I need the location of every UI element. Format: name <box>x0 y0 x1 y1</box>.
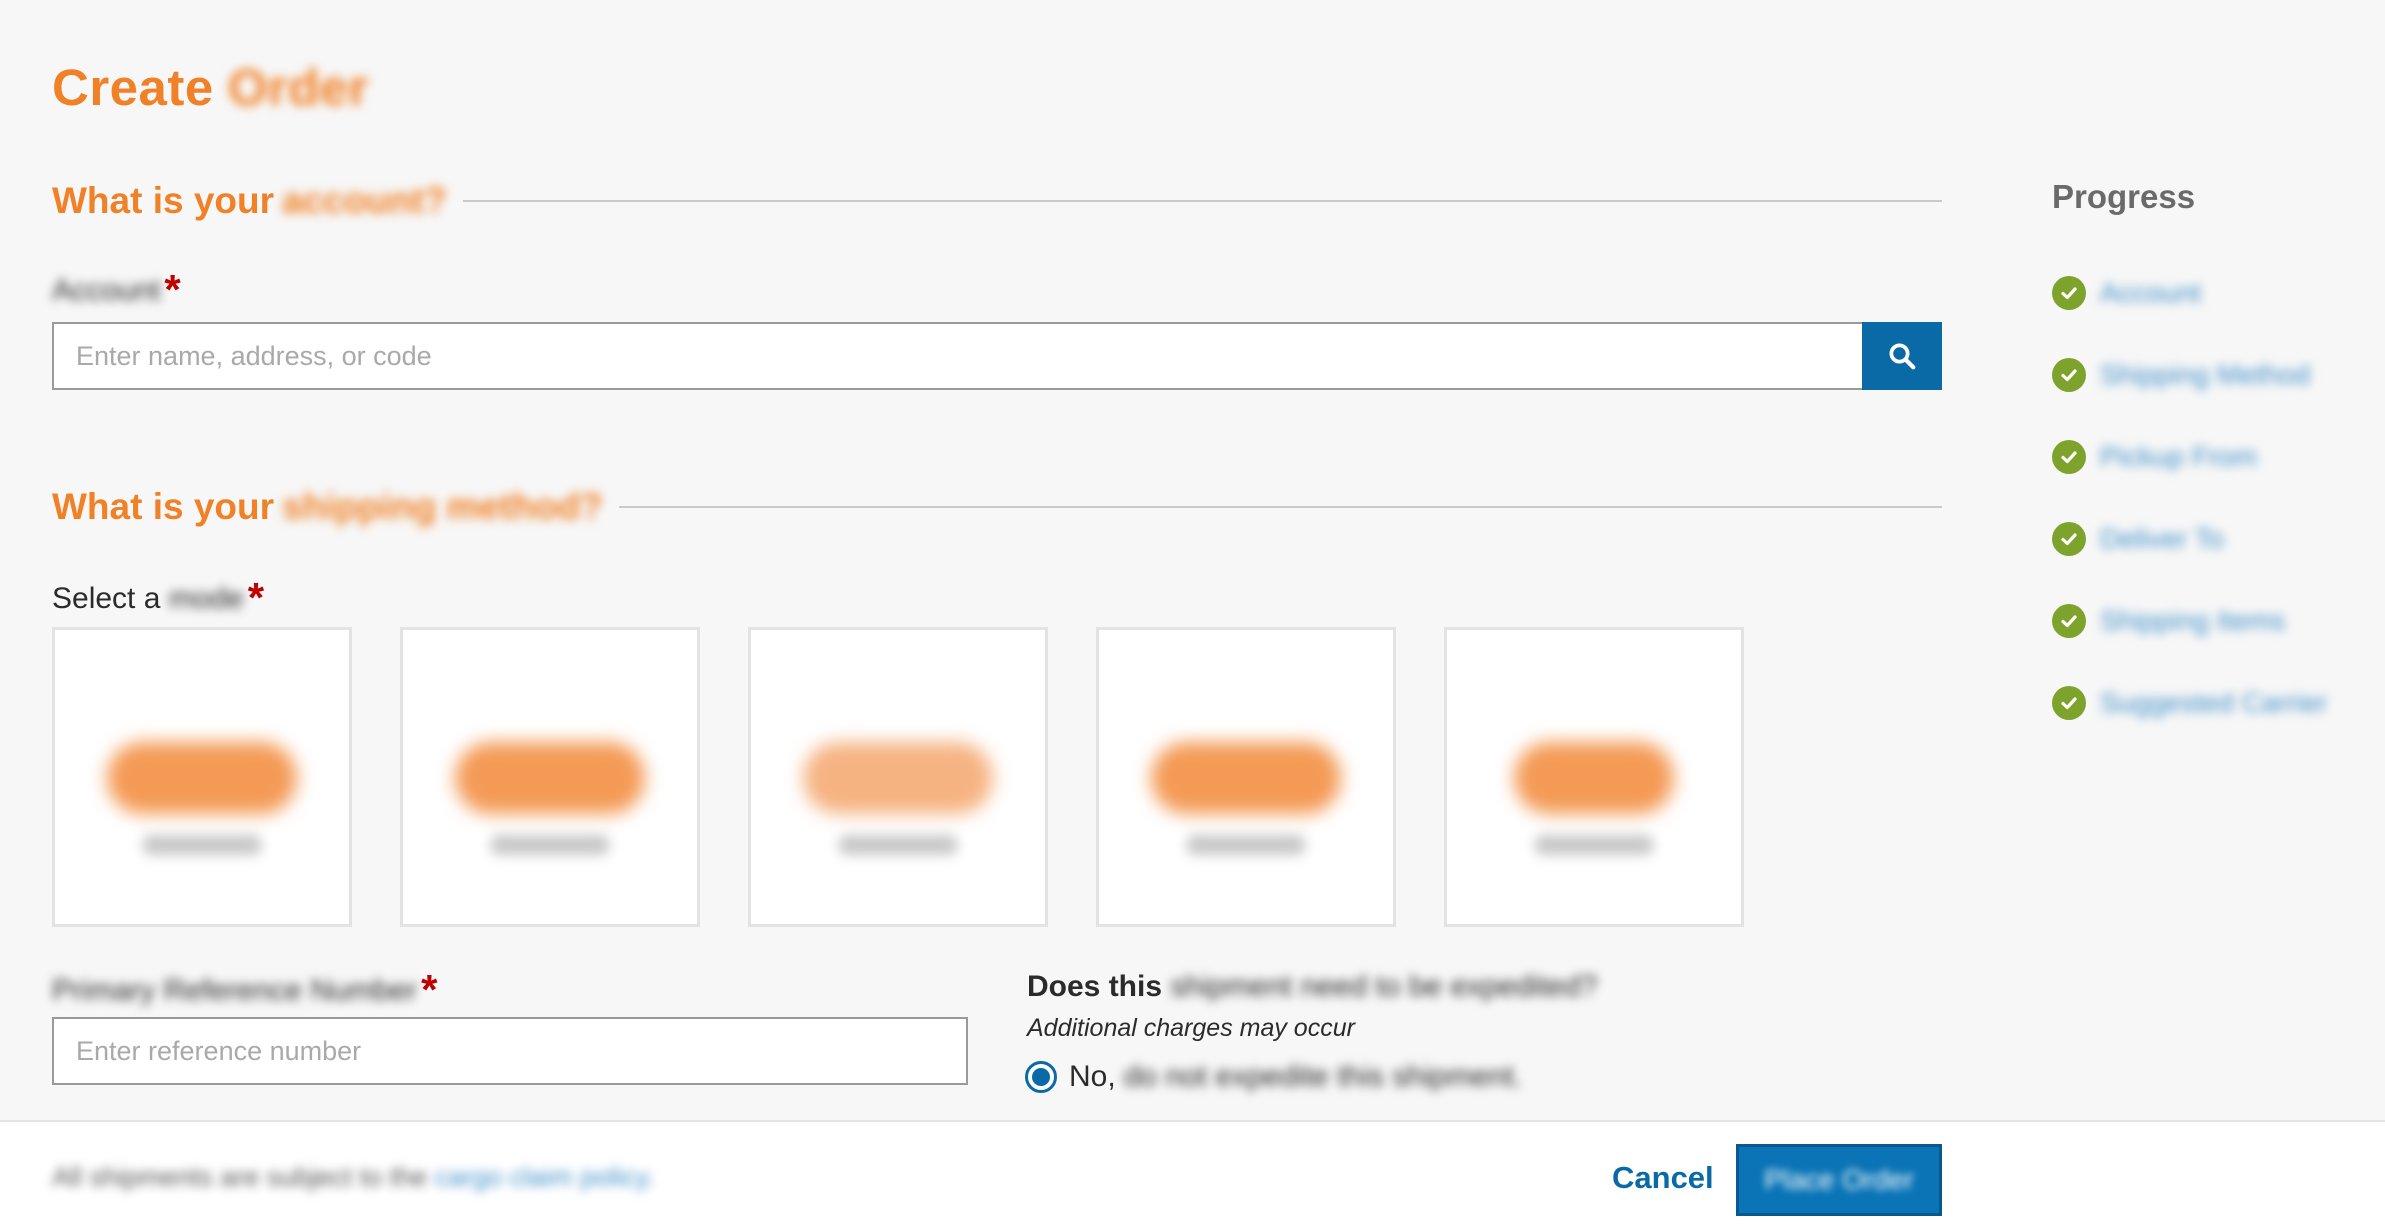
mode-caption <box>838 835 958 855</box>
required-marker: * <box>421 966 438 1013</box>
progress-item-label: Pickup From <box>2100 441 2258 472</box>
account-search <box>52 322 1942 390</box>
section-divider <box>462 200 1942 202</box>
expedite-question: Does this shipment need to be expedited? <box>1027 970 1598 1003</box>
mode-tile-group <box>52 627 1744 927</box>
check-circle-icon <box>2052 604 2086 638</box>
mode-tile-3[interactable] <box>748 627 1048 927</box>
check-circle-icon <box>2052 522 2086 556</box>
place-order-button[interactable]: Place Order <box>1736 1144 1942 1216</box>
required-marker: * <box>247 574 265 621</box>
progress-item-pickup-from[interactable]: Pickup From <box>2052 416 2327 498</box>
mode-image <box>1151 742 1341 814</box>
mode-caption <box>1534 835 1654 855</box>
mode-label: Select a mode* <box>52 574 265 621</box>
progress-title: Progress <box>2052 178 2196 215</box>
expedite-option-label: No, <box>1069 1060 1116 1093</box>
radio-button-selected[interactable] <box>1025 1061 1057 1093</box>
check-circle-icon <box>2052 440 2086 474</box>
mode-caption <box>490 835 610 855</box>
progress-item-label: Deliver To <box>2100 523 2224 554</box>
cargo-claim-policy-link[interactable]: cargo claim policy. <box>435 1162 655 1192</box>
mode-image <box>1514 742 1674 814</box>
progress-item-deliver-to[interactable]: Deliver To <box>2052 498 2327 580</box>
shipping-section-heading: What is your shipping method? <box>52 486 1942 528</box>
shipping-heading-text: What is your shipping method? <box>52 486 603 527</box>
mode-image <box>455 742 645 814</box>
progress-item-account[interactable]: Account <box>2052 252 2327 334</box>
expedite-note: Additional charges may occur <box>1027 1014 1355 1042</box>
reference-label: Primary Reference Number* <box>52 966 438 1013</box>
page-title-text: Create <box>52 59 214 116</box>
progress-item-label: Shipping Items <box>2100 605 2286 636</box>
progress-item-label: Shipping Method <box>2100 359 2311 390</box>
progress-item-shipping-method[interactable]: Shipping Method <box>2052 334 2327 416</box>
mode-caption <box>1186 835 1306 855</box>
mode-image <box>107 742 297 814</box>
mode-caption <box>142 835 262 855</box>
check-circle-icon <box>2052 358 2086 392</box>
check-circle-icon <box>2052 686 2086 720</box>
mode-tile-1[interactable] <box>52 627 352 927</box>
expedite-option-no[interactable]: No, do not expedite this shipment. <box>1025 1060 1522 1094</box>
account-label: Account* <box>52 266 181 313</box>
progress-list: Account Shipping Method Pickup From Deli… <box>2052 252 2327 744</box>
footer-note: All shipments are subject to the cargo c… <box>52 1162 655 1192</box>
footer-bar: All shipments are subject to the cargo c… <box>0 1120 2385 1225</box>
account-search-input[interactable] <box>52 322 1862 390</box>
progress-item-label: Account <box>2100 277 2202 308</box>
required-marker: * <box>164 266 181 313</box>
page-title-blurred: Order <box>227 59 370 116</box>
progress-item-label: Suggested Carrier <box>2100 687 2328 718</box>
mode-image <box>803 742 993 814</box>
page-title: Create Order <box>52 58 369 117</box>
account-heading-text: What is your account? <box>52 180 447 221</box>
search-icon <box>1889 343 1916 370</box>
section-divider <box>618 506 1942 508</box>
cancel-button[interactable]: Cancel <box>1612 1160 1714 1196</box>
reference-number-input[interactable] <box>52 1017 968 1085</box>
account-section-heading: What is your account? <box>52 180 1942 222</box>
mode-tile-2[interactable] <box>400 627 700 927</box>
mode-tile-5[interactable] <box>1444 627 1744 927</box>
check-circle-icon <box>2052 276 2086 310</box>
progress-item-shipping-items[interactable]: Shipping Items <box>2052 580 2327 662</box>
account-search-button[interactable] <box>1862 322 1942 390</box>
progress-item-suggested-carrier[interactable]: Suggested Carrier <box>2052 662 2327 744</box>
mode-tile-4[interactable] <box>1096 627 1396 927</box>
